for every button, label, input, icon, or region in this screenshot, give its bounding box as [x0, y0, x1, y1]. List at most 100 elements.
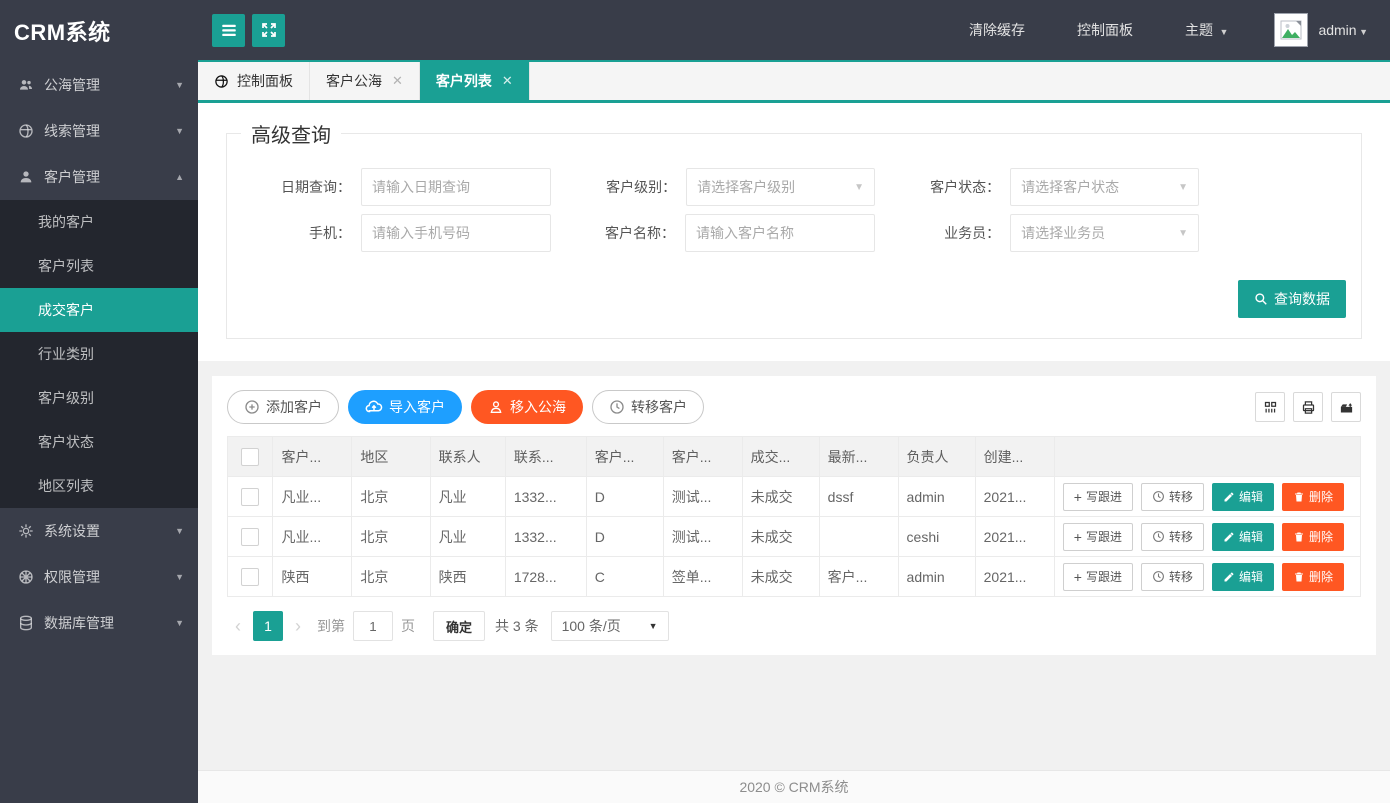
- collapse-menu-button[interactable]: [212, 14, 245, 47]
- control-panel-link[interactable]: 控制面板: [1077, 20, 1133, 40]
- table-cell: 凡业: [430, 517, 505, 557]
- transfer-button[interactable]: 转移: [1141, 523, 1204, 551]
- sidebar-subitem-customer-status[interactable]: 客户状态: [0, 420, 198, 464]
- topbar-right: 清除缓存 控制面板 主题 ▼ admin ▼: [917, 13, 1368, 47]
- tab-customer-sea[interactable]: 客户公海 ✕: [310, 62, 420, 100]
- plus-icon: +: [1074, 490, 1082, 504]
- table-cell: 北京: [352, 517, 430, 557]
- move-to-sea-button[interactable]: 移入公海: [471, 390, 583, 424]
- col-header: 负责人: [898, 437, 975, 477]
- edit-button[interactable]: 编辑: [1212, 563, 1274, 591]
- phone-field-group: 手机：: [227, 214, 551, 252]
- close-icon[interactable]: ✕: [392, 73, 403, 89]
- image-placeholder-icon: [1279, 18, 1303, 42]
- sidebar-item-permissions[interactable]: 权限管理 ▼: [0, 554, 198, 600]
- delete-button[interactable]: 删除: [1282, 483, 1344, 511]
- row-checkbox[interactable]: [241, 488, 259, 506]
- close-icon[interactable]: ✕: [502, 73, 513, 89]
- person-icon: [488, 399, 504, 415]
- tab-customer-list[interactable]: 客户列表 ✕: [420, 62, 530, 100]
- sidebar-item-leads[interactable]: 线索管理 ▼: [0, 108, 198, 154]
- avatar[interactable]: [1274, 13, 1308, 47]
- filter-columns-button[interactable]: [1255, 392, 1285, 422]
- table-header-row: 客户... 地区 联系人 联系... 客户... 客户... 成交... 最新.…: [228, 437, 1361, 477]
- edit-button[interactable]: 编辑: [1212, 483, 1274, 511]
- footer: 2020 © CRM系统: [198, 770, 1390, 803]
- transfer-customer-button[interactable]: 转移客户: [592, 390, 704, 424]
- col-header: 联系...: [505, 437, 586, 477]
- search-icon: [1254, 292, 1268, 306]
- content: 高级查询 日期查询： 客户级别： 请选择客户级别 ▼: [198, 103, 1390, 770]
- sidebar-subitem-industry-category[interactable]: 行业类别: [0, 332, 198, 376]
- col-header-actions: [1054, 437, 1360, 477]
- goto-suffix: 页: [401, 616, 415, 636]
- row-checkbox[interactable]: [241, 568, 259, 586]
- sidebar-item-customers[interactable]: 客户管理 ▲: [0, 154, 198, 200]
- sidebar-subitem-my-customers[interactable]: 我的客户: [0, 200, 198, 244]
- sidebar-item-public-sea[interactable]: 公海管理 ▼: [0, 62, 198, 108]
- per-page-select[interactable]: 100 条/页 ▼: [551, 611, 669, 641]
- customer-name-input[interactable]: [685, 214, 875, 252]
- customer-level-select[interactable]: 请选择客户级别 ▼: [686, 168, 875, 206]
- prev-page-icon[interactable]: ‹: [227, 616, 249, 637]
- salesman-select[interactable]: 请选择业务员 ▼: [1010, 214, 1199, 252]
- goto-page-input[interactable]: [353, 611, 393, 641]
- sidebar-item-system-settings[interactable]: 系统设置 ▼: [0, 508, 198, 554]
- goto-confirm-button[interactable]: 确定: [433, 611, 485, 641]
- select-all-checkbox[interactable]: [241, 448, 259, 466]
- customer-status-select[interactable]: 请选择客户状态 ▼: [1010, 168, 1199, 206]
- table-cell: 北京: [352, 557, 430, 597]
- advanced-search-panel: 高级查询 日期查询： 客户级别： 请选择客户级别 ▼: [198, 103, 1390, 361]
- fullscreen-button[interactable]: [252, 14, 285, 47]
- add-customer-button[interactable]: 添加客户: [227, 390, 339, 424]
- phone-input[interactable]: [361, 214, 551, 252]
- sidebar: CRM系统 公海管理 ▼ 线索管理 ▼ 客户管理 ▲ 我的客户 客户列表 成交客…: [0, 0, 198, 803]
- sidebar-subitem-deal-customers[interactable]: 成交客户: [0, 288, 198, 332]
- table-row: 凡业... 北京 凡业 1332... D 测试... 未成交 ceshi 20…: [228, 517, 1361, 557]
- table-row: 陕西 北京 陕西 1728... C 签单... 未成交 客户... admin…: [228, 557, 1361, 597]
- write-followup-button[interactable]: +写跟进: [1063, 563, 1133, 591]
- table-cell: 测试...: [663, 477, 742, 517]
- globe-icon: [214, 74, 229, 89]
- cloud-upload-icon: [365, 398, 383, 416]
- search-fieldset: 高级查询 日期查询： 客户级别： 请选择客户级别 ▼: [226, 119, 1362, 339]
- page-number-button[interactable]: 1: [253, 611, 283, 641]
- sidebar-subitem-region-list[interactable]: 地区列表: [0, 464, 198, 508]
- date-field-group: 日期查询：: [227, 168, 551, 206]
- import-customer-button[interactable]: 导入客户: [348, 390, 462, 424]
- delete-button[interactable]: 删除: [1282, 523, 1344, 551]
- tab-control-panel[interactable]: 控制面板: [198, 62, 310, 100]
- name-label: 客户名称：: [551, 223, 685, 243]
- card-toolbar: 添加客户 导入客户 移入公海 转移客户: [227, 388, 1361, 436]
- delete-button[interactable]: 删除: [1282, 563, 1344, 591]
- clear-cache-link[interactable]: 清除缓存: [969, 20, 1025, 40]
- table-cell: admin: [898, 557, 975, 597]
- date-input[interactable]: [361, 168, 551, 206]
- sidebar-subitem-customer-level[interactable]: 客户级别: [0, 376, 198, 420]
- next-page-icon[interactable]: ›: [287, 616, 309, 637]
- sidebar-item-database[interactable]: 数据库管理 ▼: [0, 600, 198, 646]
- transfer-button[interactable]: 转移: [1141, 563, 1204, 591]
- sidebar-item-label: 客户管理: [44, 167, 175, 187]
- submit-row: 查询数据: [227, 280, 1346, 318]
- print-button[interactable]: [1293, 392, 1323, 422]
- customer-submenu: 我的客户 客户列表 成交客户 行业类别 客户级别 客户状态 地区列表: [0, 200, 198, 508]
- theme-dropdown[interactable]: 主题 ▼: [1185, 20, 1228, 40]
- trash-icon: [1293, 571, 1305, 583]
- customer-table: 客户... 地区 联系人 联系... 客户... 客户... 成交... 最新.…: [227, 436, 1361, 597]
- table-cell: 1332...: [505, 517, 586, 557]
- table-cell: 凡业: [430, 477, 505, 517]
- edit-button[interactable]: 编辑: [1212, 523, 1274, 551]
- transfer-button[interactable]: 转移: [1141, 483, 1204, 511]
- col-header: 最新...: [819, 437, 898, 477]
- row-checkbox[interactable]: [241, 528, 259, 546]
- query-data-button[interactable]: 查询数据: [1238, 280, 1346, 318]
- export-button[interactable]: [1331, 392, 1361, 422]
- compass-icon: [18, 123, 34, 139]
- user-menu[interactable]: admin ▼: [1318, 22, 1368, 38]
- pencil-icon: [1223, 531, 1235, 543]
- write-followup-button[interactable]: +写跟进: [1063, 523, 1133, 551]
- table-cell: 1332...: [505, 477, 586, 517]
- write-followup-button[interactable]: +写跟进: [1063, 483, 1133, 511]
- sidebar-subitem-customer-list[interactable]: 客户列表: [0, 244, 198, 288]
